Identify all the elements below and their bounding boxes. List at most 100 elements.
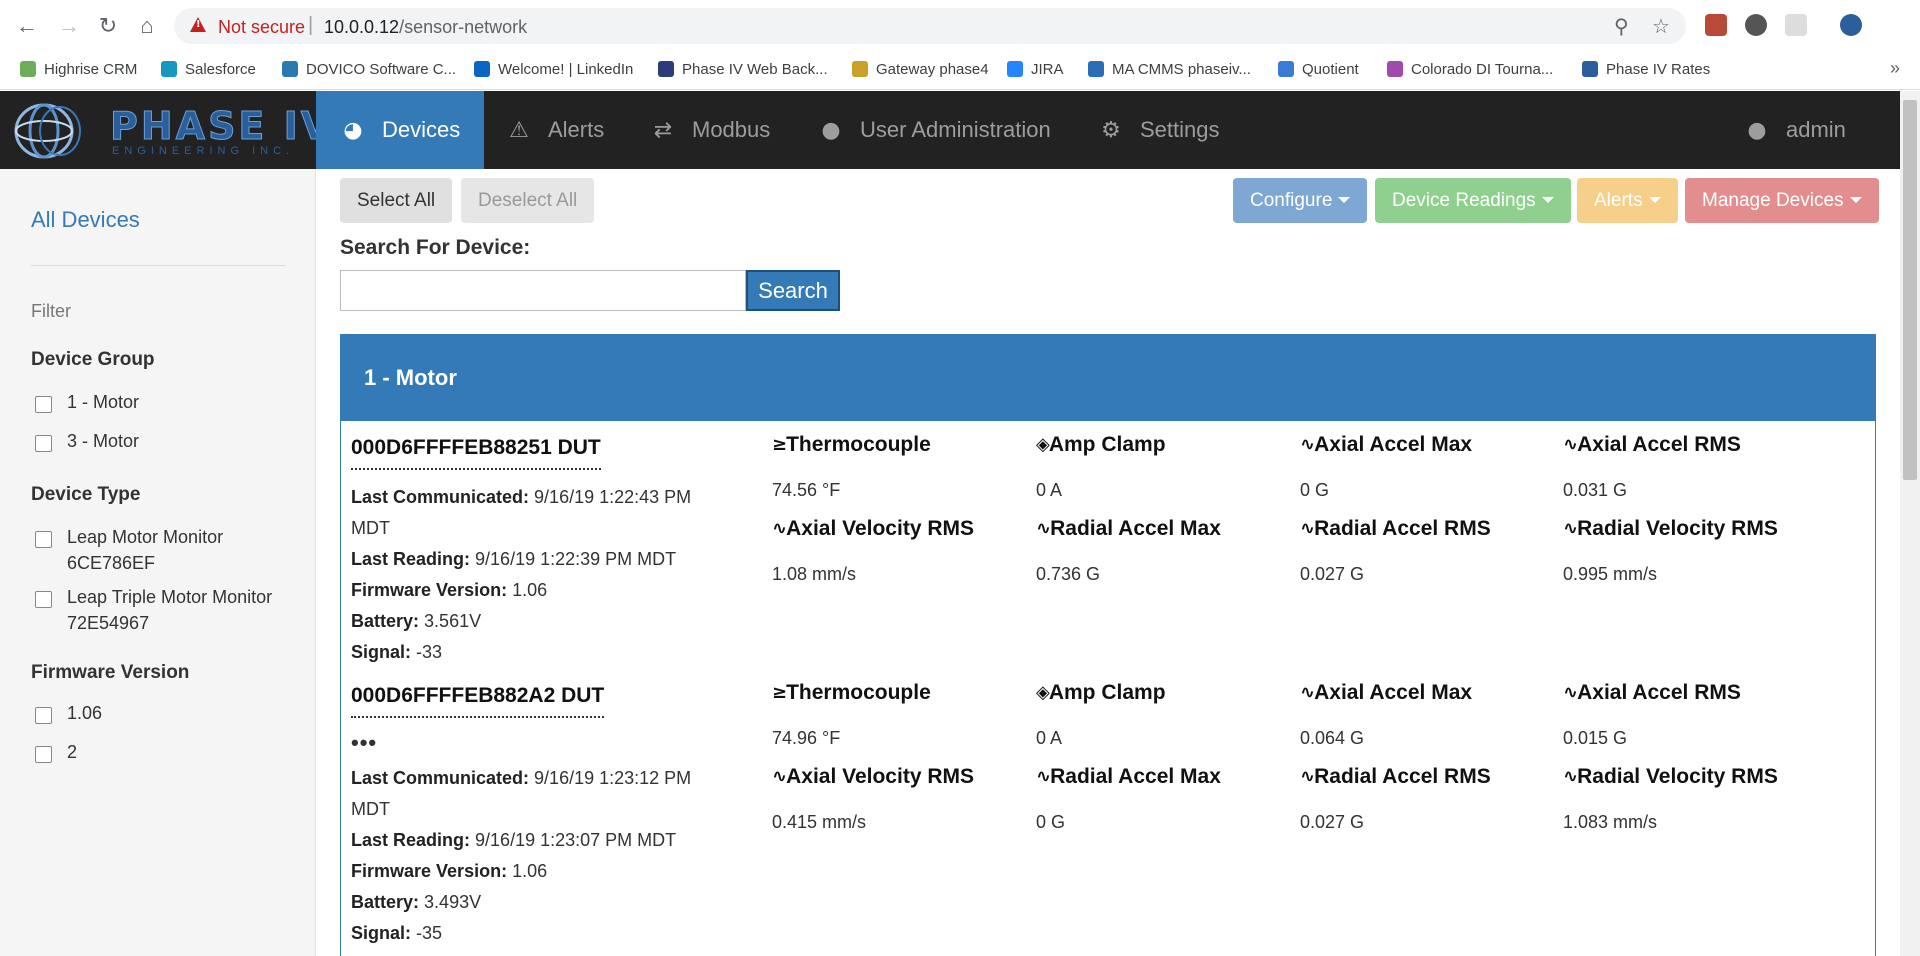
waveform-icon: ∿ [1563, 518, 1578, 539]
star-icon[interactable]: ☆ [1652, 14, 1670, 39]
search-button[interactable]: Search [746, 270, 840, 311]
bookmark-icon [1278, 61, 1294, 77]
bookmark-colorado[interactable]: Colorado DI Tourna... [1387, 58, 1553, 82]
device-type-option[interactable]: Leap Motor Monitor 6CE786EF [67, 524, 267, 576]
firmware-version-heading: Firmware Version [31, 662, 190, 683]
bookmark-icon [1582, 61, 1598, 77]
nav-alerts[interactable]: ⚠ Alerts [506, 91, 604, 169]
zoom-icon[interactable]: ⚲ [1614, 14, 1629, 39]
device-last-reading: Last Reading: 9/16/19 1:23:07 PM MDT [351, 830, 677, 850]
nav-user-administration[interactable]: ● User Administration [818, 91, 1050, 169]
amp-clamp-icon: ◈ [1036, 682, 1050, 703]
logo-subtitle: ENGINEERING INC. [112, 145, 295, 157]
gear-icon: ⚙ [1101, 118, 1121, 143]
search-label: Search For Device: [340, 236, 531, 259]
device-type-checkbox[interactable] [35, 591, 52, 608]
device-group-option[interactable]: 1 - Motor [67, 389, 307, 415]
sidebar-divider [31, 265, 285, 266]
bookmark-icon [1387, 61, 1403, 77]
scrollbar-thumb[interactable] [1903, 100, 1917, 480]
device-group-option[interactable]: 3 - Motor [67, 428, 307, 454]
device-type-heading: Device Type [31, 484, 141, 505]
metric-title: ◈Amp Clamp [1036, 433, 1166, 456]
nav-devices[interactable]: ◕ Devices [316, 91, 484, 169]
shield-extension-icon[interactable] [1785, 14, 1807, 36]
address-bar[interactable]: Not secure | 10.0.0.12/sensor-network ⚲ … [174, 8, 1686, 44]
metric-value: 0.736 G [1036, 564, 1101, 584]
forward-icon[interactable]: → [55, 12, 83, 40]
transfer-icon: ⇄ [653, 118, 673, 143]
metric-value: 0.995 mm/s [1563, 564, 1658, 584]
dashboard-icon: ◕ [343, 118, 363, 143]
device-name[interactable]: 000D6FFFFEB882A2 DUT [351, 684, 605, 718]
filter-label: Filter [31, 301, 71, 321]
caret-down-icon [1338, 197, 1351, 203]
bookmark-icon [1088, 61, 1104, 77]
bookmark-phase-iv-rates[interactable]: Phase IV Rates [1582, 58, 1710, 82]
bookmark-jira[interactable]: JIRA [1007, 58, 1064, 82]
url-text[interactable]: 10.0.0.12/sensor-network [324, 17, 527, 38]
device-last-communicated-tz: MDT [351, 799, 390, 819]
scrollbar[interactable] [1900, 91, 1920, 956]
deselect-all-button[interactable]: Deselect All [461, 178, 595, 223]
profile-icon[interactable] [1840, 14, 1862, 36]
metric-title: ∿Radial Accel RMS [1300, 517, 1491, 540]
device-type-option[interactable]: Leap Triple Motor Monitor 72E54967 [67, 584, 297, 636]
bookmarks-more-icon[interactable]: » [1890, 58, 1900, 79]
not-secure-label: Not secure [218, 17, 306, 37]
waveform-icon: ∿ [1036, 766, 1051, 787]
bookmark-icon [1007, 61, 1023, 77]
firmware-checkbox[interactable] [35, 746, 52, 763]
configure-button[interactable]: Configure [1233, 178, 1368, 223]
waveform-icon: ∿ [1563, 682, 1578, 703]
search-input[interactable] [340, 270, 746, 311]
bookmark-dovico[interactable]: DOVICO Software C... [282, 58, 456, 82]
bookmark-linkedin[interactable]: Welcome! | LinkedIn [474, 58, 633, 82]
device-group-checkbox[interactable] [35, 435, 52, 452]
firmware-option[interactable]: 1.06 [67, 700, 307, 726]
waveform-icon: ∿ [772, 766, 787, 787]
group-title[interactable]: 1 - Motor [341, 335, 1875, 421]
select-all-button[interactable]: Select All [340, 178, 453, 223]
metric-value: 0 G [1300, 480, 1330, 500]
bookmark-gateway[interactable]: Gateway phase4 [852, 58, 989, 82]
bookmark-icon [852, 61, 868, 77]
circle-extension-icon[interactable] [1745, 14, 1767, 36]
firmware-checkbox[interactable] [35, 707, 52, 724]
bookmark-quotient[interactable]: Quotient [1278, 58, 1359, 82]
alerts-button[interactable]: Alerts [1577, 178, 1678, 223]
amp-clamp-icon: ◈ [1036, 434, 1050, 455]
firmware-option[interactable]: 2 [67, 739, 307, 765]
more-options-icon[interactable]: ••• [351, 730, 377, 756]
back-icon[interactable]: ← [13, 12, 41, 40]
metric-value: 0 A [1036, 480, 1063, 500]
manage-devices-button[interactable]: Manage Devices [1685, 178, 1879, 223]
pdf-extension-icon[interactable] [1705, 14, 1727, 36]
nav-modbus[interactable]: ⇄ Modbus [650, 91, 771, 169]
bookmark-highrise[interactable]: Highrise CRM [20, 58, 137, 82]
bookmarks-bar: Highrise CRM Salesforce DOVICO Software … [0, 52, 1920, 90]
device-last-communicated: Last Communicated: 9/16/19 1:23:12 PM [351, 768, 692, 788]
all-devices-link[interactable]: All Devices [31, 207, 140, 233]
device-type-checkbox[interactable] [35, 531, 52, 548]
nav-user-menu[interactable]: ● admin [1744, 91, 1846, 169]
metric-title: ≥Thermocouple [772, 681, 931, 704]
device-name[interactable]: 000D6FFFFEB88251 DUT [351, 436, 601, 470]
reload-icon[interactable]: ↻ [94, 12, 122, 40]
user-icon: ● [1747, 118, 1767, 143]
metric-value: 0.015 G [1563, 728, 1628, 748]
bookmark-phase-iv-web-back[interactable]: Phase IV Web Back... [658, 58, 828, 82]
nav-settings[interactable]: ⚙ Settings [1098, 91, 1219, 169]
user-icon: ● [821, 118, 841, 143]
metric-value: 0.064 G [1300, 728, 1365, 748]
device-readings-button[interactable]: Device Readings [1375, 178, 1571, 223]
waveform-icon: ∿ [1300, 434, 1315, 455]
home-icon[interactable]: ⌂ [133, 12, 161, 40]
bookmark-salesforce[interactable]: Salesforce [161, 58, 256, 82]
device-group-checkbox[interactable] [35, 396, 52, 413]
metric-title: ≥Thermocouple [772, 433, 931, 456]
thermometer-icon: ≥ [772, 434, 787, 455]
bookmark-ma-cmms[interactable]: MA CMMS phaseiv... [1088, 58, 1251, 82]
metric-value: 0.415 mm/s [772, 812, 867, 832]
metric-title: ∿Radial Velocity RMS [1563, 517, 1778, 540]
